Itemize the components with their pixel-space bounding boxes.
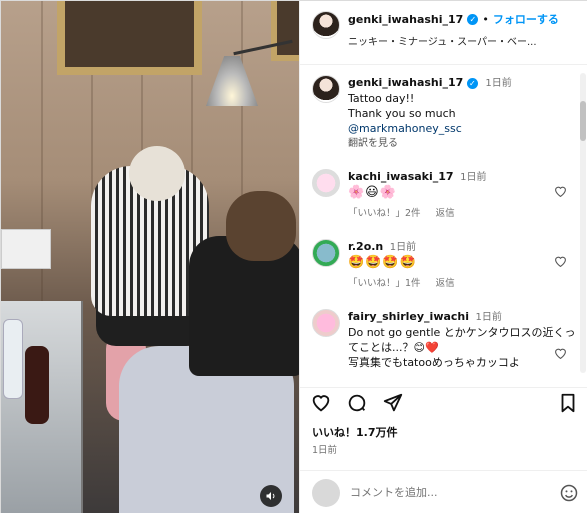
- comment-time: 1日前: [475, 312, 502, 323]
- post-date: 1日前: [312, 445, 338, 456]
- reply-button[interactable]: 返信: [436, 278, 455, 289]
- comment-time: 1日前: [389, 242, 417, 253]
- comment-input[interactable]: [350, 486, 549, 499]
- verified-badge-icon: ✓: [467, 13, 479, 25]
- caption: genki_iwahashi_17 ✓ 1日前 Tattoo day!! Tha…: [300, 65, 587, 151]
- header-username[interactable]: genki_iwahashi_17: [348, 13, 463, 26]
- comment-item: r.2o.n 1日前 🤩🤩🤩🤩 「いいね！」1件 返信: [300, 221, 587, 291]
- person-head: [226, 191, 296, 261]
- heart-icon[interactable]: [310, 392, 332, 414]
- avatar[interactable]: [312, 309, 340, 337]
- avatar[interactable]: [312, 169, 340, 197]
- avatar: [312, 478, 340, 507]
- comment-likes[interactable]: 「いいね！」2件: [348, 208, 421, 219]
- cola-bottle: [25, 346, 49, 424]
- follow-button[interactable]: フォローする: [493, 11, 559, 27]
- comment-body: kachi_iwasaki_17 1日前 🌸😃🌸 「いいね！」2件 返信: [348, 169, 579, 221]
- avatar[interactable]: [312, 75, 340, 103]
- comments-list: genki_iwahashi_17 ✓ 1日前 Tattoo day!! Tha…: [300, 65, 587, 387]
- separator: •: [482, 12, 489, 26]
- comment-username[interactable]: fairy_shirley_iwachi: [348, 310, 469, 323]
- sound-icon[interactable]: [260, 485, 282, 507]
- emoji-icon[interactable]: [559, 483, 579, 503]
- comment-item: fairy_shirley_iwachi 1日前 Do not go gentl…: [300, 291, 587, 370]
- reply-button[interactable]: 返信: [436, 208, 455, 219]
- comment-text: 🌸😃🌸: [348, 185, 397, 200]
- caption-mention[interactable]: @markmahoney_ssc: [348, 121, 579, 136]
- header-text: genki_iwahashi_17 ✓ • フォローする ニッキー・ミナージュ・…: [348, 11, 578, 49]
- comment-body: fairy_shirley_iwachi 1日前 Do not go gentl…: [348, 309, 579, 370]
- picture-frame: [57, 1, 202, 75]
- scrollbar-thumb[interactable]: [580, 101, 586, 141]
- comment-text: Do not go gentle とかケンタウロスの近くってことは...？😊❤️: [348, 326, 576, 354]
- action-bar: [300, 387, 587, 417]
- comment-text-line2: 写真集でもtatooめっちゃカッコよ: [348, 356, 520, 369]
- avatar[interactable]: [312, 11, 340, 39]
- verified-badge-icon: ✓: [466, 78, 478, 89]
- comment-time: 1日前: [460, 172, 487, 183]
- avatar[interactable]: [312, 239, 340, 267]
- post-photo[interactable]: [1, 1, 299, 513]
- bookmark-icon[interactable]: [557, 392, 579, 414]
- comment-username[interactable]: r.2o.n: [348, 240, 383, 253]
- water-bottle: [3, 319, 23, 399]
- caption-line1: Tattoo day!!: [348, 92, 415, 105]
- caption-body: genki_iwahashi_17 ✓ 1日前 Tattoo day!! Tha…: [348, 75, 579, 151]
- caption-time: 1日前: [485, 78, 512, 89]
- lamp: [206, 56, 258, 106]
- heart-icon[interactable]: [554, 347, 567, 359]
- post-header: genki_iwahashi_17 ✓ • フォローする ニッキー・ミナージュ・…: [300, 1, 587, 65]
- person-head: [129, 146, 185, 201]
- heart-icon[interactable]: [554, 255, 567, 267]
- comment-meta: 「いいね！」1件 返信: [348, 276, 579, 291]
- header-line: genki_iwahashi_17 ✓ • フォローする: [348, 11, 578, 27]
- comment-item: kachi_iwasaki_17 1日前 🌸😃🌸 「いいね！」2件 返信: [300, 151, 587, 221]
- post-side-panel: genki_iwahashi_17 ✓ • フォローする ニッキー・ミナージュ・…: [299, 1, 587, 513]
- comment-likes[interactable]: 「いいね！」1件: [348, 278, 421, 289]
- translate-link[interactable]: 翻訳を見る: [348, 136, 579, 151]
- header-subtitle[interactable]: ニッキー・ミナージュ・スーパー・ベー...: [348, 33, 568, 48]
- box: [1, 229, 51, 269]
- share-icon[interactable]: [382, 392, 404, 414]
- heart-icon[interactable]: [554, 185, 567, 197]
- comment-meta: 「いいね！」2件 返信: [348, 206, 579, 221]
- comment-username[interactable]: kachi_iwasaki_17: [348, 170, 454, 183]
- caption-line2: Thank you so much: [348, 107, 456, 120]
- picture-frame: [271, 1, 299, 61]
- comment-icon[interactable]: [346, 392, 368, 414]
- caption-username[interactable]: genki_iwahashi_17: [348, 76, 463, 89]
- likes-count[interactable]: いいね！1.7万件: [312, 424, 398, 440]
- comment-text: 🤩🤩🤩🤩: [348, 255, 417, 270]
- comment-bar: [300, 470, 587, 513]
- comment-body: r.2o.n 1日前 🤩🤩🤩🤩 「いいね！」1件 返信: [348, 239, 579, 291]
- instagram-post-window: genki_iwahashi_17 ✓ • フォローする ニッキー・ミナージュ・…: [0, 0, 587, 513]
